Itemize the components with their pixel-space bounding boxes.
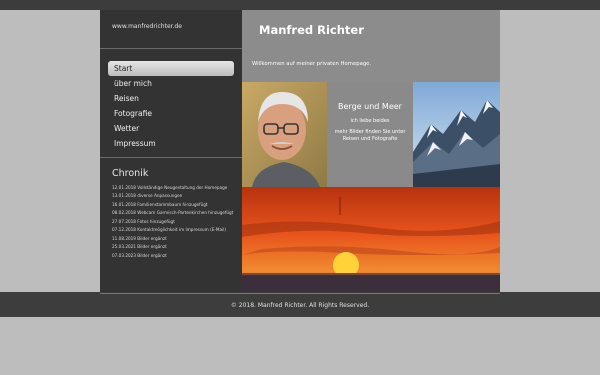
page-title: Manfred Richter [259, 23, 364, 37]
chronik-entry: 12.01.2018 Vollständige Neugestaltung de… [112, 185, 228, 190]
quote-box: Berge und Meer ich liebe beides mehr Bil… [327, 82, 413, 187]
nav-item-reisen[interactable]: Reisen [108, 91, 234, 106]
quote-title: Berge und Meer [338, 102, 402, 111]
page-container: www.manfredrichter.de Start über mich Re… [100, 10, 500, 292]
quote-line: ich liebe beides [350, 118, 390, 124]
site-url[interactable]: www.manfredrichter.de [112, 23, 182, 30]
chronik-entry: 11.08.2019 Bilder ergänzt [112, 235, 167, 241]
nav-item-wetter[interactable]: Wetter [108, 121, 234, 136]
sidebar-divider [100, 157, 242, 158]
sidebar: www.manfredrichter.de Start über mich Re… [100, 10, 242, 292]
chronik-entry: 07.03.2023 Bilder ergänzt [112, 252, 167, 258]
nav-item-fotografie[interactable]: Fotografie [108, 106, 234, 121]
header: Manfred Richter Willkommen auf meiner pr… [242, 10, 500, 82]
chronik-entry: 25.03.2021 Bilder ergänzt [112, 244, 167, 250]
nav-item-start[interactable]: Start [108, 61, 234, 76]
main-nav: Start über mich Reisen Fotografie Wetter… [108, 61, 234, 151]
sunset-photo [242, 187, 500, 292]
copyright-text: © 2018. Manfred Richter. All Rights Rese… [230, 302, 370, 309]
nav-item-ueber-mich[interactable]: über mich [108, 76, 234, 91]
footer-divider [100, 293, 500, 294]
portrait-photo [242, 82, 327, 187]
chronik-entry: 16.01.2018 Familienstammbaum hinzugefügt [112, 201, 208, 207]
chronik-list: 12.01.2018 Vollständige Neugestaltung de… [112, 185, 237, 261]
chronik-entry: 08.02.2018 Webcam Garmisch-Partenkirchen… [112, 210, 234, 216]
sidebar-divider [100, 48, 242, 49]
nav-item-impressum[interactable]: Impressum [108, 136, 234, 151]
mountain-photo [413, 82, 500, 187]
main-content: Manfred Richter Willkommen auf meiner pr… [242, 10, 500, 292]
top-bar [0, 0, 600, 10]
welcome-text: Willkommen auf meiner privaten Homepage. [252, 61, 372, 67]
chronik-entry: 07.12.2018 Kontaktmöglichkeit im Impress… [112, 227, 227, 233]
chronik-entry: 27.07.2018 Fotos hinzugefügt [112, 218, 175, 224]
chronik-entry: 13.01.2018 diverse Anpassungen [112, 193, 183, 199]
chronik-heading: Chronik [112, 168, 149, 179]
quote-line: mehr Bilder finden Sie unter [334, 129, 406, 135]
quote-line: Reisen und Fotografie [342, 136, 398, 142]
